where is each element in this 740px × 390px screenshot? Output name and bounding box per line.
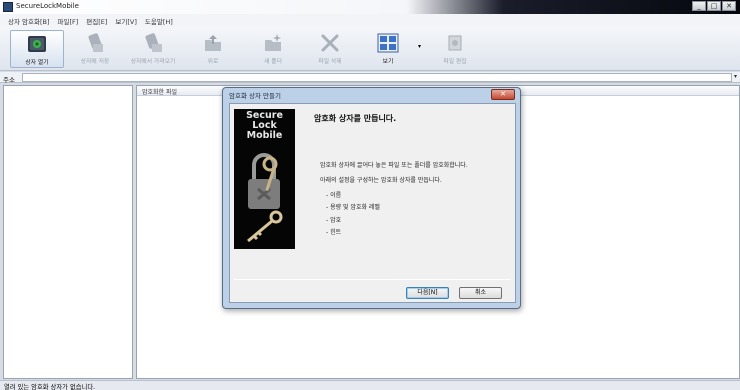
dialog-body: Secure Lock Mobile 암호화 상자를 만듭니다. 암호화 상자에… (229, 103, 516, 303)
settings-item: - 이름 (326, 192, 342, 199)
save-to-container-icon (84, 32, 106, 54)
create-container-dialog: 암호화 상자 만들기 ✕ Secure Lock Mobile 암호화 상자를 … (222, 87, 521, 309)
next-button[interactable]: 다음[N] (406, 287, 449, 299)
view-button[interactable]: 보기 (361, 30, 415, 68)
view-grid-icon (377, 32, 399, 54)
get-from-container-button[interactable]: 상자에서 가져오기 (126, 30, 180, 68)
dialog-close-button[interactable]: ✕ (491, 89, 515, 100)
toolbar: 상자 열기 상자에 저장 상자에서 가져오기 위로 새 폴더 파일 삭제 보기 … (0, 27, 740, 71)
delete-file-label: 파일 삭제 (318, 59, 342, 65)
window-title: SecureLockMobile (16, 2, 79, 10)
open-container-label: 상자 열기 (25, 60, 49, 66)
address-dropdown-icon[interactable]: ▾ (734, 73, 737, 80)
new-folder-icon (262, 32, 284, 54)
vault-icon (26, 33, 48, 55)
title-bar: SecureLockMobile _ □ ✕ (0, 0, 740, 14)
menu-container[interactable]: 상자 암호화[B] (4, 14, 54, 27)
dialog-title: 암호화 상자 만들기 (229, 92, 281, 100)
menu-file[interactable]: 파일[F] (54, 14, 83, 27)
cancel-button[interactable]: 취소 (459, 287, 502, 299)
menu-edit[interactable]: 편집[E] (82, 14, 111, 27)
folder-tree-pane[interactable] (3, 85, 133, 379)
close-window-button[interactable]: ✕ (722, 1, 736, 11)
up-label: 위로 (207, 59, 219, 65)
window-controls: _ □ ✕ (692, 1, 736, 11)
dialog-sub-text: 아래의 설정을 구성하는 암호화 상자를 만듭니다. (320, 177, 442, 184)
edit-file-icon (444, 32, 466, 54)
new-folder-button[interactable]: 새 폴더 (246, 30, 300, 68)
settings-item: - 암호 (326, 217, 342, 224)
dialog-separator (234, 279, 511, 280)
settings-item: - 힌트 (326, 229, 342, 236)
address-input[interactable] (22, 73, 732, 82)
maximize-button[interactable]: □ (707, 1, 721, 11)
save-to-container-button[interactable]: 상자에 저장 (68, 30, 122, 68)
securelock-banner-image: Secure Lock Mobile (234, 109, 295, 249)
edit-file-label: 파일 편집 (443, 59, 467, 65)
padlock-keys-icon (247, 153, 283, 243)
app-icon (3, 2, 13, 12)
menu-bar: 상자 암호화[B] 파일[F] 편집[E] 보기[V] 도움말[H] (0, 14, 740, 27)
save-to-container-label: 상자에 저장 (80, 59, 110, 65)
get-from-container-label: 상자에서 가져오기 (130, 59, 176, 65)
address-bar: 주소 ▾ (0, 72, 740, 84)
status-bar: 열려 있는 암호화 상자가 없습니다. (0, 380, 740, 390)
minimize-button[interactable]: _ (692, 1, 706, 11)
view-dropdown-arrow-icon[interactable]: ▾ (418, 43, 421, 50)
settings-item: - 용량 및 암호화 레벨 (326, 204, 380, 211)
menu-view[interactable]: 보기[V] (111, 14, 140, 27)
dialog-intro-text: 암호화 상자에 끌어다 놓은 파일 또는 폴더를 암호화합니다. (320, 162, 468, 169)
delete-x-icon (319, 32, 341, 54)
menu-help[interactable]: 도움말[H] (141, 14, 177, 27)
edit-file-button[interactable]: 파일 편집 (428, 30, 482, 68)
get-from-container-icon (142, 32, 164, 54)
folder-up-icon (202, 32, 224, 54)
new-folder-label: 새 폴더 (264, 59, 282, 65)
delete-file-button[interactable]: 파일 삭제 (303, 30, 357, 68)
dialog-heading: 암호화 상자를 만듭니다. (314, 114, 397, 123)
up-button[interactable]: 위로 (186, 30, 240, 68)
view-label: 보기 (382, 59, 394, 65)
open-container-button[interactable]: 상자 열기 (10, 30, 64, 68)
address-label: 주소 (3, 76, 15, 84)
